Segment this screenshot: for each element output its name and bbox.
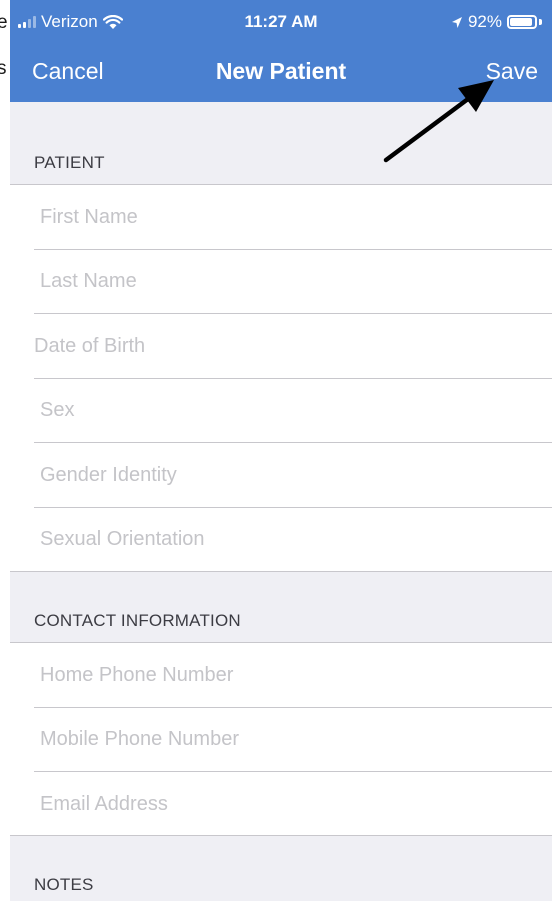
status-right: 92% — [451, 12, 542, 32]
contact-fields-group — [10, 642, 552, 837]
status-bar: Verizon 11:27 AM 92% — [10, 0, 552, 44]
battery-percent: 92% — [467, 12, 502, 31]
section-header-label: NOTES — [34, 875, 94, 894]
section-header-label: PATIENT — [34, 153, 105, 172]
sex-field[interactable] — [40, 378, 520, 443]
form-row — [10, 443, 552, 508]
annotation-arrow-icon — [383, 80, 494, 163]
form-row — [10, 378, 552, 443]
section-header-label: CONTACT INFORMATION — [34, 611, 241, 630]
first-name-field[interactable] — [40, 185, 520, 250]
form-row — [10, 772, 552, 837]
form-row — [10, 707, 552, 772]
email-field[interactable] — [40, 772, 520, 837]
clipped-text: s — [0, 58, 7, 79]
form-row — [10, 643, 552, 708]
battery-cap — [539, 19, 542, 25]
home-phone-field[interactable] — [40, 643, 520, 708]
mobile-phone-field[interactable] — [40, 707, 520, 772]
form-row — [10, 185, 552, 250]
form-row — [10, 314, 552, 379]
app-window: Verizon 11:27 AM 92% Cancel New Patient … — [10, 0, 552, 901]
date-of-birth-field[interactable] — [34, 314, 514, 379]
location-arrow-icon — [451, 16, 462, 28]
background-app-edge: e s — [0, 0, 10, 901]
form-row — [10, 507, 552, 572]
last-name-field[interactable] — [40, 249, 520, 314]
gender-identity-field[interactable] — [40, 443, 520, 508]
battery-fill — [510, 18, 533, 26]
clipped-text: e — [0, 12, 8, 33]
form-row — [10, 249, 552, 314]
patient-fields-group — [10, 184, 552, 572]
battery-icon — [507, 15, 537, 29]
sexual-orientation-field[interactable] — [40, 507, 520, 572]
